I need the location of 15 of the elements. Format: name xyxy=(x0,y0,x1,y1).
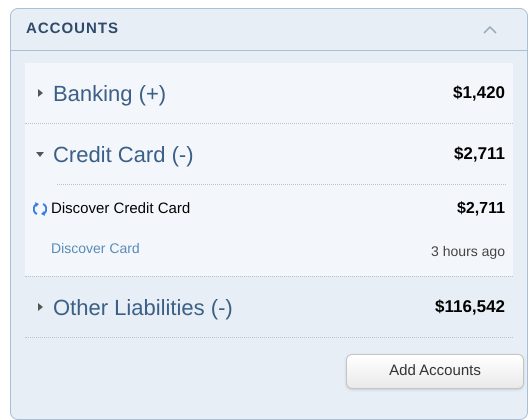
group-name[interactable]: Banking (+) xyxy=(53,76,166,110)
add-accounts-button[interactable]: Add Accounts xyxy=(346,354,524,389)
updated-time: 3 hours ago xyxy=(431,242,505,261)
expanded-arrow-icon[interactable] xyxy=(35,149,45,159)
group-name[interactable]: Other Liabilities (-) xyxy=(53,290,233,324)
panel-title: ACCOUNTS xyxy=(26,19,119,40)
group-name[interactable]: Credit Card (-) xyxy=(53,138,194,170)
account-balance: $2,711 xyxy=(456,199,505,219)
group-total: $2,711 xyxy=(454,143,505,166)
group-total: $1,420 xyxy=(453,82,505,104)
institution-link[interactable]: Discover Card xyxy=(51,238,140,259)
collapsed-arrow-icon[interactable] xyxy=(35,302,45,312)
group-total: $116,542 xyxy=(435,296,505,318)
collapsed-arrow-icon[interactable] xyxy=(35,88,45,98)
account-name[interactable]: Discover Credit Card xyxy=(51,198,190,220)
